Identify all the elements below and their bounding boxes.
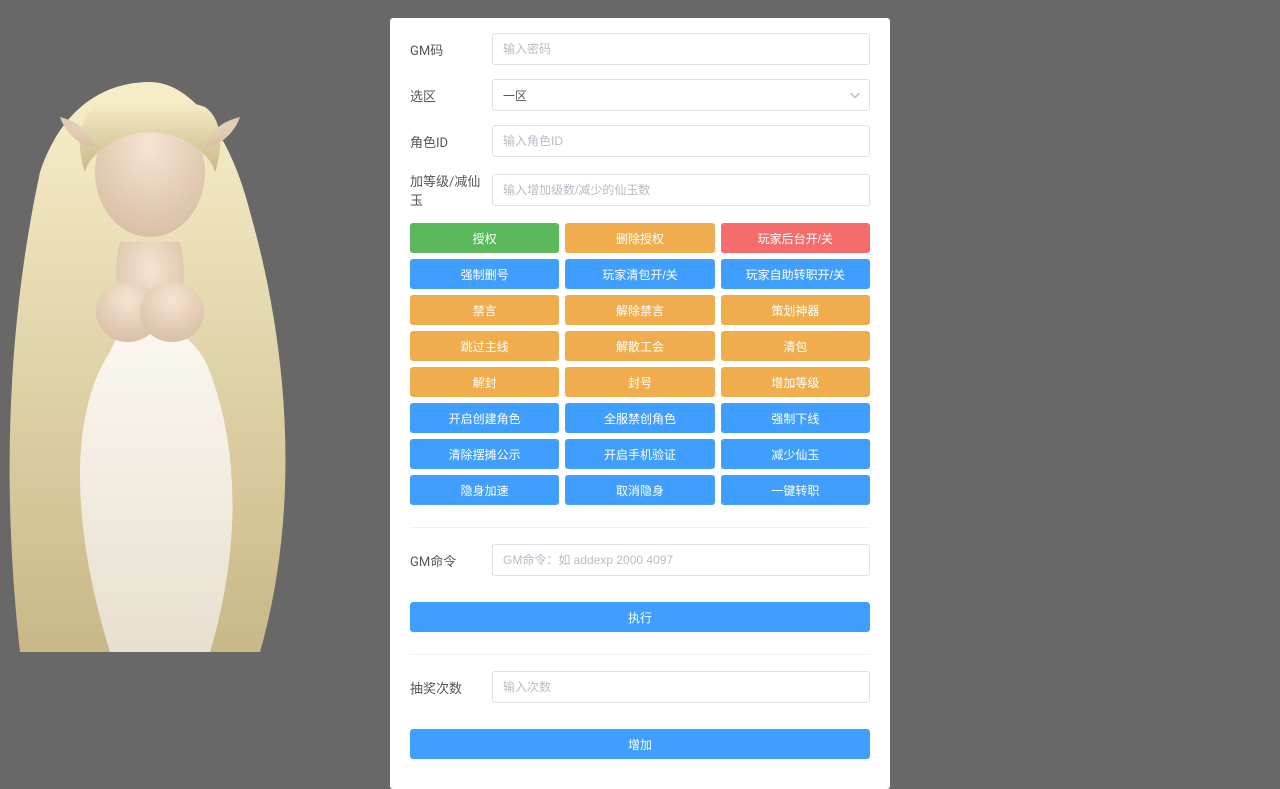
action-button[interactable]: 删除授权 xyxy=(565,223,714,253)
action-button[interactable]: 策划神器 xyxy=(721,295,870,325)
gm-admin-panel: GM码 选区 一区 角色ID 加等级/减仙玉 授权删除授权玩家后台开/关强制删号… xyxy=(390,18,890,789)
action-button[interactable]: 解除禁言 xyxy=(565,295,714,325)
action-button[interactable]: 减少仙玉 xyxy=(721,439,870,469)
action-button[interactable]: 封号 xyxy=(565,367,714,397)
select-zone[interactable]: 一区 xyxy=(492,79,870,111)
input-gm-cmd[interactable] xyxy=(492,544,870,576)
action-button[interactable]: 玩家后台开/关 xyxy=(721,223,870,253)
action-button[interactable]: 跳过主线 xyxy=(410,331,559,361)
action-button[interactable]: 一键转职 xyxy=(721,475,870,505)
separator xyxy=(410,527,870,528)
row-lottery: 抽奖次数 xyxy=(410,671,870,703)
label-gm-cmd: GM命令 xyxy=(410,551,492,570)
input-gm-code[interactable] xyxy=(492,33,870,65)
row-level: 加等级/减仙玉 xyxy=(410,171,870,209)
action-button[interactable]: 清除摆摊公示 xyxy=(410,439,559,469)
action-button[interactable]: 授权 xyxy=(410,223,559,253)
row-gm-cmd: GM命令 xyxy=(410,544,870,576)
label-gm-code: GM码 xyxy=(410,40,492,59)
row-zone: 选区 一区 xyxy=(410,79,870,111)
row-role-id: 角色ID xyxy=(410,125,870,157)
action-button[interactable]: 取消隐身 xyxy=(565,475,714,505)
action-button[interactable]: 全服禁创角色 xyxy=(565,403,714,433)
action-button[interactable]: 玩家自助转职开/关 xyxy=(721,259,870,289)
action-button[interactable]: 强制下线 xyxy=(721,403,870,433)
action-button[interactable]: 禁言 xyxy=(410,295,559,325)
row-gm-code: GM码 xyxy=(410,33,870,65)
action-button[interactable]: 隐身加速 xyxy=(410,475,559,505)
background-character-art xyxy=(0,52,300,652)
action-button[interactable]: 开启创建角色 xyxy=(410,403,559,433)
button-add-lottery[interactable]: 增加 xyxy=(410,729,870,759)
action-button-grid: 授权删除授权玩家后台开/关强制删号玩家清包开/关玩家自助转职开/关禁言解除禁言策… xyxy=(410,223,870,505)
label-zone: 选区 xyxy=(410,86,492,105)
action-button[interactable]: 解封 xyxy=(410,367,559,397)
label-level: 加等级/减仙玉 xyxy=(410,171,492,209)
select-zone-value: 一区 xyxy=(503,87,527,104)
action-button[interactable]: 强制删号 xyxy=(410,259,559,289)
label-role-id: 角色ID xyxy=(410,132,492,151)
input-level[interactable] xyxy=(492,174,870,206)
action-button[interactable]: 解散工会 xyxy=(565,331,714,361)
separator xyxy=(410,654,870,655)
label-lottery: 抽奖次数 xyxy=(410,678,492,697)
input-role-id[interactable] xyxy=(492,125,870,157)
chevron-down-icon xyxy=(850,88,860,103)
input-lottery[interactable] xyxy=(492,671,870,703)
action-button[interactable]: 清包 xyxy=(721,331,870,361)
action-button[interactable]: 开启手机验证 xyxy=(565,439,714,469)
action-button[interactable]: 增加等级 xyxy=(721,367,870,397)
action-button[interactable]: 玩家清包开/关 xyxy=(565,259,714,289)
button-execute[interactable]: 执行 xyxy=(410,602,870,632)
